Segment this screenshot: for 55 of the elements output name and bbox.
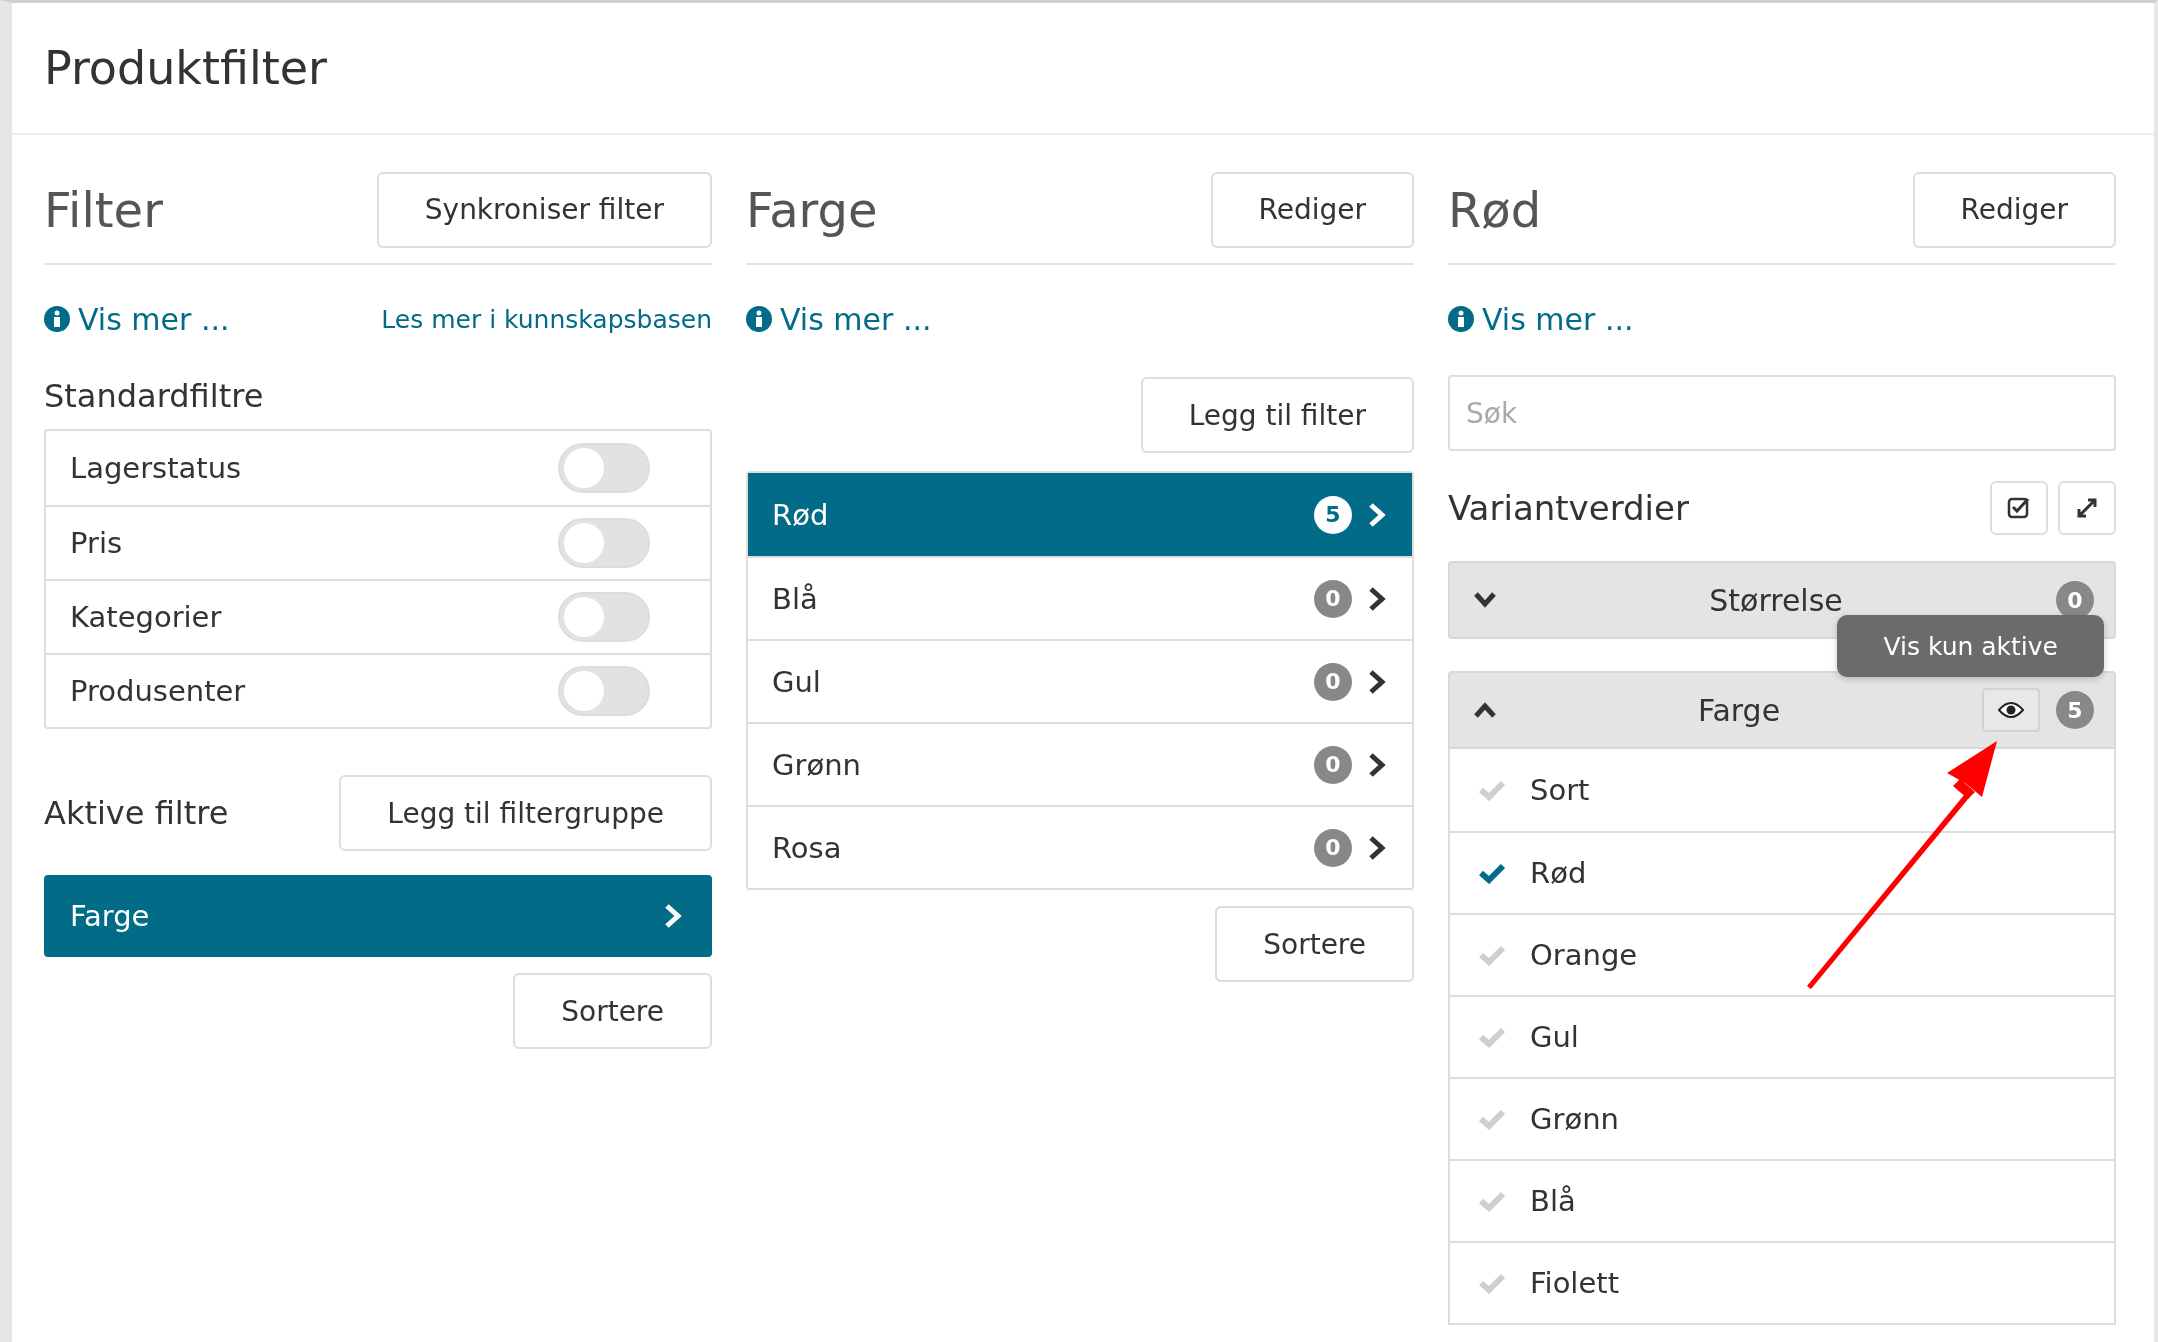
panel-title: Farge <box>746 181 878 238</box>
variant-label: Rød <box>1530 856 1587 890</box>
count-badge: 5 <box>1314 495 1352 534</box>
eye-icon <box>1998 702 2024 718</box>
count-badge: 0 <box>1314 828 1352 867</box>
count-badge: 0 <box>1314 745 1352 784</box>
expand-icon <box>2075 496 2099 520</box>
check-all-button[interactable] <box>1990 481 2048 535</box>
active-filter-item[interactable]: Farge <box>44 875 712 957</box>
section-heading: Standardfiltre <box>44 377 265 415</box>
info-icon <box>44 306 70 332</box>
accordion-header[interactable]: Farge 5 <box>1448 671 2116 749</box>
filter-label: Pris <box>70 526 123 560</box>
panel-title: Filter <box>44 181 163 238</box>
check-icon[interactable] <box>1478 862 1506 884</box>
sync-filter-button[interactable]: Synkroniser filter <box>376 171 712 248</box>
search-field[interactable]: Søk <box>1448 375 2116 451</box>
show-more-link[interactable]: Vis mer ... <box>44 301 230 337</box>
show-active-button[interactable] <box>1982 688 2040 732</box>
section-heading: Aktive filtre <box>44 794 229 832</box>
toggle-switch[interactable] <box>558 592 650 642</box>
variant-label: Sort <box>1530 773 1590 807</box>
info-icon <box>1448 306 1474 332</box>
filter-value-item[interactable]: Rød 5 <box>748 473 1412 556</box>
sort-button[interactable]: Sortere <box>513 973 712 1049</box>
variant-label: Gul <box>1530 1020 1579 1054</box>
count-badge: 5 <box>2056 691 2094 729</box>
panel-title: Rød <box>1448 181 1542 238</box>
show-more-link[interactable]: Vis mer ... <box>1448 301 1634 337</box>
add-filter-button[interactable]: Legg til filter <box>1140 377 1414 453</box>
filter-label: Kategorier <box>70 600 222 634</box>
page-title: Produktfilter <box>44 41 327 95</box>
toggle-switch[interactable] <box>558 518 650 568</box>
checkbox-icon <box>2007 496 2031 520</box>
variant-label: Fiolett <box>1530 1266 1619 1300</box>
edit-button[interactable]: Rediger <box>1912 171 2116 248</box>
filter-label: Produsenter <box>70 674 246 708</box>
variant-label: Grønn <box>1530 1102 1619 1136</box>
toggle-switch[interactable] <box>558 443 650 493</box>
count-badge: 0 <box>1314 662 1352 701</box>
show-more-link[interactable]: Vis mer ... <box>746 301 932 337</box>
toggle-switch[interactable] <box>558 666 650 716</box>
tooltip: Vis kun aktive <box>1837 615 2104 677</box>
add-filter-group-button[interactable]: Legg til filtergruppe <box>339 775 712 851</box>
sort-button[interactable]: Sortere <box>1215 906 1414 982</box>
knowledge-base-link[interactable]: Les mer i kunnskapsbasen <box>381 304 712 334</box>
info-icon <box>746 306 772 332</box>
expand-button[interactable] <box>2058 481 2116 535</box>
section-heading: Variantverdier <box>1448 488 1690 528</box>
variant-label: Orange <box>1530 938 1638 972</box>
variant-label: Blå <box>1530 1184 1576 1218</box>
edit-button[interactable]: Rediger <box>1210 171 1414 248</box>
count-badge: 0 <box>1314 579 1352 618</box>
filter-label: Lagerstatus <box>70 451 242 485</box>
filter-value-item[interactable]: Rosa 0 <box>748 805 1412 888</box>
